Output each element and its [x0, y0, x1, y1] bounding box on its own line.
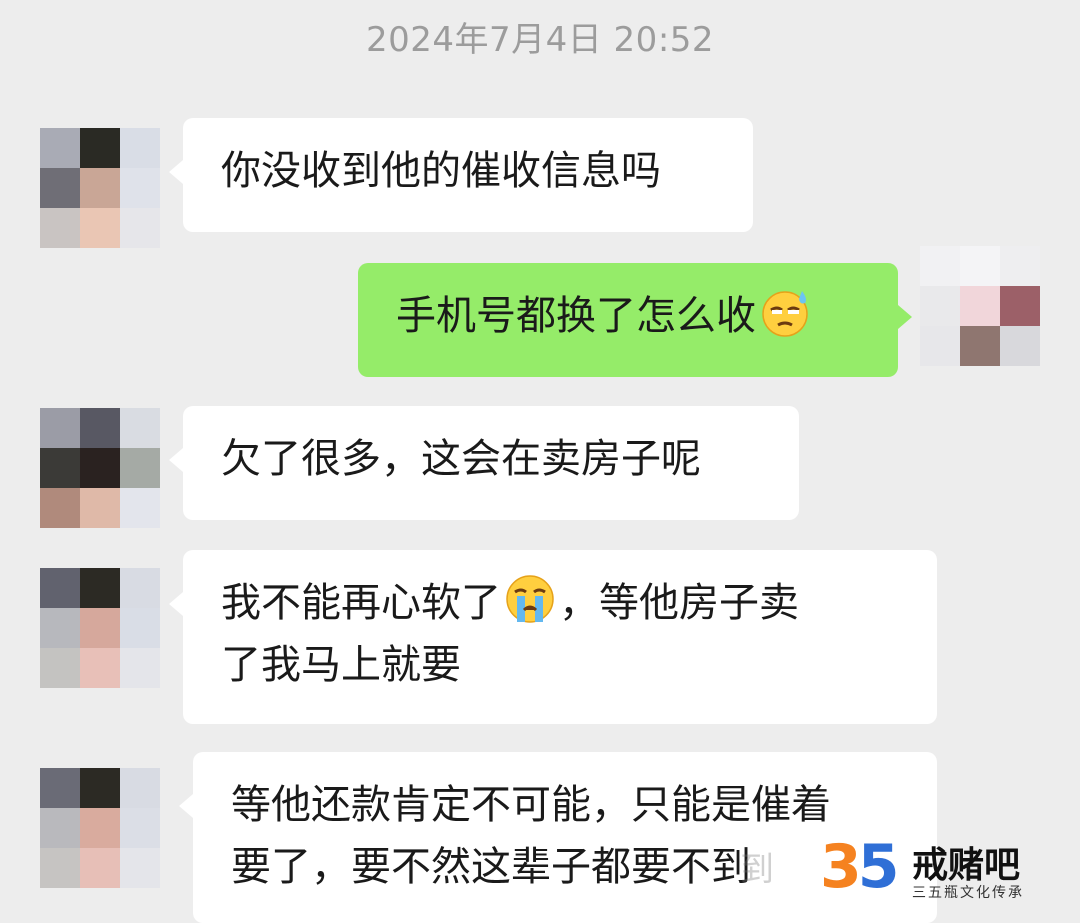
logo-subtitle: 三五瓶文化传承 — [912, 885, 1024, 901]
contact-avatar[interactable] — [40, 568, 160, 688]
message-bubble-incoming[interactable]: 你没收到他的催收信息吗 — [169, 118, 753, 232]
logo-mark-three: 3 — [820, 832, 862, 902]
logo-mark-five: 5 — [857, 832, 900, 902]
message-text: 手机号都换了怎么收 — [396, 293, 756, 339]
contact-avatar[interactable] — [40, 128, 160, 248]
sweat-emoji-icon — [762, 291, 808, 337]
crying-emoji-icon — [506, 575, 554, 623]
message-text: ，等他房子卖 — [559, 580, 799, 626]
message-text: 我不能再心软了 — [221, 580, 501, 626]
message-text: 欠了很多，这会在卖房子呢 — [221, 436, 701, 482]
logo-mark: 35 — [820, 832, 900, 902]
contact-avatar[interactable] — [40, 768, 160, 888]
message-line: 了我马上就要 — [221, 642, 461, 688]
message-line: 我不能再心软了 ，等他房子卖 — [221, 572, 899, 634]
brand-logo: 35 戒赌吧 三五瓶文化传承 — [820, 828, 1050, 908]
contact-avatar[interactable] — [40, 408, 160, 528]
message-line: 要了，要不然这辈子都要不到 — [231, 844, 751, 890]
message-text: 你没收到他的催收信息吗 — [221, 148, 661, 194]
logo-title: 戒赌吧 — [912, 845, 1021, 886]
message-bubble-incoming[interactable]: 我不能再心软了 ，等他房子卖 了我马上就要 — [169, 550, 937, 724]
chat-timestamp: 2024年7月4日 20:52 — [365, 20, 715, 60]
self-avatar[interactable] — [920, 246, 1040, 366]
message-line: 等他还款肯定不可能，只能是催着 — [231, 782, 831, 828]
message-bubble-outgoing[interactable]: 手机号都换了怎么收 — [358, 263, 912, 377]
watermark-text: 到 — [740, 850, 774, 890]
message-bubble-incoming[interactable]: 欠了很多，这会在卖房子呢 — [169, 406, 799, 520]
